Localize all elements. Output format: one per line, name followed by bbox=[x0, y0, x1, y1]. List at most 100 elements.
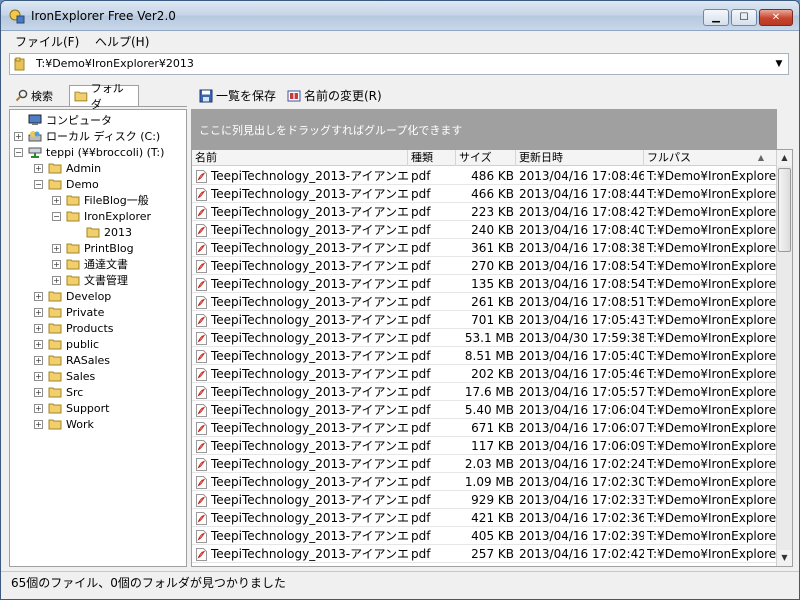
expand-plus-icon[interactable]: + bbox=[34, 323, 43, 333]
column-header-type[interactable]: 種類 bbox=[408, 150, 456, 166]
vertical-scrollbar[interactable]: ▲ ▼ bbox=[776, 150, 792, 566]
tree-item-work[interactable]: + Work bbox=[34, 416, 94, 432]
save-list-button[interactable]: 一覧を保存 bbox=[199, 87, 276, 104]
expand-plus-icon[interactable]: + bbox=[14, 131, 23, 141]
table-row[interactable]: TeepiTechnology_2013-アイアンエクスpdf 701 KB 201… bbox=[192, 311, 776, 329]
tree-label: Demo bbox=[66, 177, 99, 191]
tree-item-tsutatsu[interactable]: + 通達文書 bbox=[52, 256, 128, 272]
table-row[interactable]: TeepiTechnology_2013-アイアンエクスpdf 8.51 MB 20… bbox=[192, 347, 776, 365]
rename-icon bbox=[287, 90, 301, 101]
minimize-button[interactable]: ▁ bbox=[703, 9, 729, 26]
table-row[interactable]: TeepiTechnology_2013-アイアンエクスpdf 223 KB 201… bbox=[192, 203, 776, 221]
cell-size: 270 KB bbox=[471, 259, 514, 273]
floppy-disk-icon bbox=[199, 89, 213, 102]
tab-folder[interactable]: フォルダ bbox=[69, 82, 139, 111]
tree-item-computer[interactable]: コンピュータ bbox=[14, 112, 112, 128]
scroll-up-icon[interactable]: ▲ bbox=[777, 150, 792, 166]
tree-item-local-disk[interactable]: + ローカル ディスク (C:) bbox=[14, 128, 160, 144]
cell-size: 466 KB bbox=[471, 187, 514, 201]
expand-plus-icon[interactable]: + bbox=[52, 275, 61, 285]
table-row[interactable]: TeepiTechnology_2013-アイアンエクスpdf 671 KB 201… bbox=[192, 419, 776, 437]
expand-plus-icon[interactable]: + bbox=[34, 387, 43, 397]
cell-name: TeepiTechnology_2013-アイアンエクス bbox=[211, 241, 408, 255]
expand-plus-icon[interactable]: + bbox=[34, 291, 43, 301]
menu-bar: ファイル(F) ヘルプ(H) bbox=[1, 31, 799, 51]
table-row[interactable]: TeepiTechnology_2013-アイアンエクスpdf 466 KB 201… bbox=[192, 185, 776, 203]
column-header-name[interactable]: 名前 bbox=[192, 150, 408, 166]
table-row[interactable]: TeepiTechnology_2013-アイアンエクスpdf 1.09 MB 20… bbox=[192, 473, 776, 491]
table-row[interactable]: TeepiTechnology_2013-アイアンエクスpdf 270 KB 201… bbox=[192, 257, 776, 275]
table-row[interactable]: TeepiTechnology_2013-アイアンエクスpdf 257 KB 201… bbox=[192, 545, 776, 563]
table-row[interactable]: TeepiTechnology_2013-アイアンエクスpdf 929 KB 201… bbox=[192, 491, 776, 509]
cell-name: TeepiTechnology_2013-アイアンエクス bbox=[211, 277, 408, 291]
column-header-size[interactable]: サイズ bbox=[456, 150, 516, 166]
group-by-drop-area[interactable]: ここに列見出しをドラッグすればグループ化できます bbox=[191, 109, 777, 149]
scroll-thumb[interactable] bbox=[778, 168, 791, 252]
table-row[interactable]: TeepiTechnology_2013-アイアンエクスpdf 5.40 MB 20… bbox=[192, 401, 776, 419]
computer-icon bbox=[28, 114, 42, 125]
expand-plus-icon[interactable]: + bbox=[52, 243, 61, 253]
expand-plus-icon[interactable]: + bbox=[34, 403, 43, 413]
tree-item-sales[interactable]: + Sales bbox=[34, 368, 95, 384]
expand-plus-icon[interactable]: + bbox=[34, 307, 43, 317]
table-row[interactable]: TeepiTechnology_2013-アイアンエクスpdf 261 KB 201… bbox=[192, 293, 776, 311]
pdf-file-icon bbox=[196, 458, 207, 471]
tree-item-fileblog[interactable]: + FileBlog一般 bbox=[52, 192, 149, 208]
tree-item-private[interactable]: + Private bbox=[34, 304, 104, 320]
table-row[interactable]: TeepiTechnology_2013-アイアンエクスpdf 421 KB 201… bbox=[192, 509, 776, 527]
collapse-minus-icon[interactable]: − bbox=[34, 179, 43, 189]
table-row[interactable]: TeepiTechnology_2013-アイアンエクスpdf 135 KB 201… bbox=[192, 275, 776, 293]
table-row[interactable]: TeepiTechnology_2013-アイアンエクスpdf 361 KB 201… bbox=[192, 239, 776, 257]
title-bar[interactable]: IronExplorer Free Ver2.0 ▁ ☐ ✕ bbox=[1, 1, 799, 31]
menu-help[interactable]: ヘルプ(H) bbox=[95, 33, 149, 50]
cell-size: 223 KB bbox=[471, 205, 514, 219]
tree-item-admin[interactable]: + Admin bbox=[34, 160, 101, 176]
tree-item-network-drive[interactable]: − teppi (¥¥broccoli) (T:) bbox=[14, 144, 164, 160]
tree-item-demo[interactable]: − Demo bbox=[34, 176, 99, 192]
expand-plus-icon[interactable]: + bbox=[34, 163, 43, 173]
close-button[interactable]: ✕ bbox=[759, 9, 793, 26]
column-header-fullpath[interactable]: フルパス ▲ bbox=[644, 150, 776, 166]
expand-plus-icon[interactable]: + bbox=[34, 355, 43, 365]
path-combobox[interactable]: T:¥Demo¥IronExplorer¥2013 ▼ bbox=[9, 53, 789, 75]
tree-item-2013[interactable]: 2013 bbox=[72, 224, 132, 240]
expand-plus-icon[interactable]: + bbox=[34, 339, 43, 349]
tab-search-label: 検索 bbox=[31, 89, 53, 103]
tree-item-support[interactable]: + Support bbox=[34, 400, 109, 416]
folder-tree[interactable]: コンピュータ + ローカル ディスク (C:) − teppi (¥¥brocc… bbox=[9, 109, 187, 567]
cell-name: TeepiTechnology_2013-アイアンエクス bbox=[211, 367, 408, 381]
table-row[interactable]: TeepiTechnology_2013-アイアンエクスpdf 202 KB 201… bbox=[192, 365, 776, 383]
table-row[interactable]: TeepiTechnology_2013-アイアンエクスpdf 17.6 MB 20… bbox=[192, 383, 776, 401]
tree-item-printblog[interactable]: + PrintBlog bbox=[52, 240, 134, 256]
tree-item-ironexplorer[interactable]: − IronExplorer bbox=[52, 208, 151, 224]
path-value: T:¥Demo¥IronExplorer¥2013 bbox=[36, 57, 194, 70]
rename-button[interactable]: 名前の変更(R) bbox=[287, 87, 382, 104]
expand-plus-icon[interactable]: + bbox=[52, 259, 61, 269]
table-row[interactable]: TeepiTechnology_2013-アイアンエクスpdf 486 KB 201… bbox=[192, 167, 776, 185]
cell-modified: 2013/04/16 17:06:04 bbox=[519, 403, 644, 417]
expand-plus-icon[interactable]: + bbox=[52, 195, 61, 205]
table-row[interactable]: TeepiTechnology_2013-アイアンエクスpdf 405 KB 201… bbox=[192, 527, 776, 545]
folder-icon bbox=[86, 227, 100, 238]
tree-item-src[interactable]: + Src bbox=[34, 384, 83, 400]
tree-item-products[interactable]: + Products bbox=[34, 320, 114, 336]
chevron-down-icon[interactable]: ▼ bbox=[771, 55, 787, 73]
cell-name: TeepiTechnology_2013-アイアンエクス bbox=[211, 439, 408, 453]
table-row[interactable]: TeepiTechnology_2013-アイアンエクスpdf 117 KB 201… bbox=[192, 437, 776, 455]
menu-file[interactable]: ファイル(F) bbox=[15, 33, 79, 50]
expand-plus-icon[interactable]: + bbox=[34, 419, 43, 429]
tree-item-rasales[interactable]: + RASales bbox=[34, 352, 110, 368]
tree-item-bunsho[interactable]: + 文書管理 bbox=[52, 272, 128, 288]
column-header-modified[interactable]: 更新日時 bbox=[516, 150, 644, 166]
table-row[interactable]: TeepiTechnology_2013-アイアンエクスpdf 53.1 MB 20… bbox=[192, 329, 776, 347]
tab-search[interactable]: 検索 bbox=[11, 85, 69, 106]
tree-item-public[interactable]: + public bbox=[34, 336, 99, 352]
maximize-button[interactable]: ☐ bbox=[731, 9, 757, 26]
tree-item-develop[interactable]: + Develop bbox=[34, 288, 111, 304]
table-row[interactable]: TeepiTechnology_2013-アイアンエクスpdf 240 KB 201… bbox=[192, 221, 776, 239]
table-row[interactable]: TeepiTechnology_2013-アイアンエクスpdf 2.03 MB 20… bbox=[192, 455, 776, 473]
collapse-minus-icon[interactable]: − bbox=[14, 147, 23, 157]
expand-plus-icon[interactable]: + bbox=[34, 371, 43, 381]
collapse-minus-icon[interactable]: − bbox=[52, 211, 61, 221]
scroll-down-icon[interactable]: ▼ bbox=[777, 550, 792, 566]
